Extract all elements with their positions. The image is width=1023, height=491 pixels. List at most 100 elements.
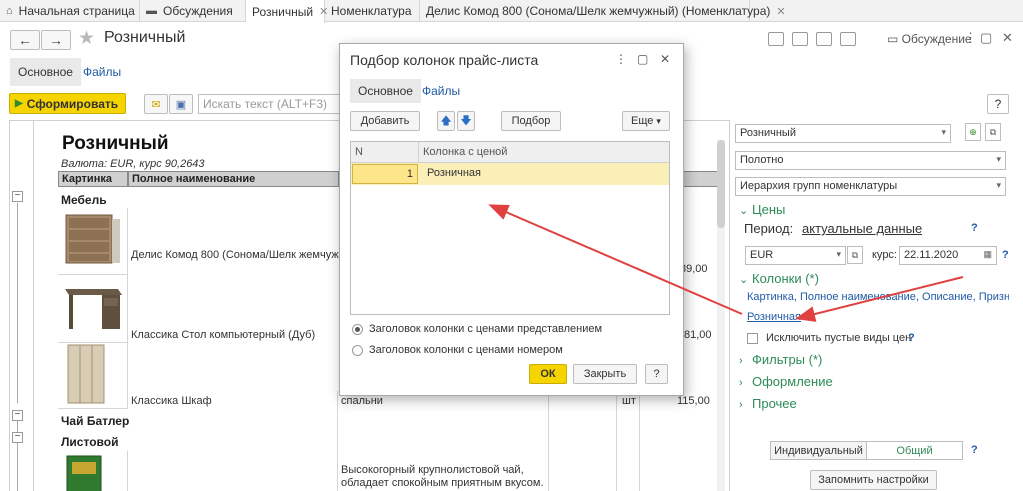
table-row[interactable]: 1 Розничная xyxy=(351,163,669,185)
close-icon[interactable]: ✕ xyxy=(660,52,670,66)
group-heading: Мебель xyxy=(61,193,107,207)
radio-header-by-number[interactable] xyxy=(352,345,363,356)
report-scrollbar[interactable] xyxy=(717,140,725,491)
section-label: Прочее xyxy=(752,396,797,411)
collapse-icon[interactable]: − xyxy=(12,191,23,202)
add-icon[interactable]: ⊕ xyxy=(965,123,981,141)
report-subtitle: Валюта: EUR, курс 90,2643 xyxy=(61,158,205,170)
move-down-button[interactable]: 🡇 xyxy=(457,111,475,131)
column-header: N xyxy=(351,142,419,163)
tab-retail[interactable]: Розничный ✕ xyxy=(246,0,328,23)
tab-label: Делис Комод 800 (Сонома/Шелк жемчужный) … xyxy=(426,4,771,18)
add-button[interactable]: Добавить xyxy=(350,111,420,131)
window-tabs: ⌂ Начальная страница ▬ Обсуждения Рознич… xyxy=(0,0,1023,23)
arrow-right-icon: → xyxy=(49,32,63,48)
more-icon[interactable]: ⋮ xyxy=(615,52,627,66)
tab-nomenclature[interactable]: Номенклатура xyxy=(325,0,420,22)
product-name: Классика Шкаф xyxy=(131,395,212,407)
product-name: Классика Стол компьютерный (Дуб) xyxy=(131,329,316,341)
price-type-select[interactable]: Розничный ▾ xyxy=(735,124,951,143)
ok-button[interactable]: ОК xyxy=(529,364,567,384)
tab-home[interactable]: ⌂ Начальная страница xyxy=(0,0,140,22)
help-icon[interactable]: ? xyxy=(908,332,915,344)
row-number[interactable]: 1 xyxy=(352,164,418,184)
radio-header-by-name[interactable] xyxy=(352,324,363,335)
subtab-files[interactable]: Файлы xyxy=(75,58,129,86)
section-columns[interactable]: ⌄ Колонки (*) xyxy=(739,271,819,286)
more-button[interactable]: Еще ▾ xyxy=(622,111,670,131)
column-picker-dialog: Подбор колонок прайс-листа ⋮ ▢ ✕ Основно… xyxy=(339,43,684,396)
section-design[interactable]: › Оформление xyxy=(739,374,833,389)
view-select[interactable]: Полотно ▾ xyxy=(735,151,1006,170)
move-up-button[interactable]: 🡅 xyxy=(437,111,455,131)
grouping-gutter: − − − xyxy=(10,121,34,491)
column-header: Картинка xyxy=(58,171,128,187)
favorite-star-icon[interactable]: ★ xyxy=(78,27,95,50)
columns-link[interactable]: Картинка, Полное наименование, Описание,… xyxy=(747,291,1009,303)
close-icon[interactable]: ✕ xyxy=(776,5,785,18)
print-icon[interactable] xyxy=(792,32,808,46)
wardrobe-image xyxy=(67,344,105,404)
help-button[interactable]: ? xyxy=(645,364,668,384)
product-price: 115,00 xyxy=(677,395,710,407)
chevron-down-icon: ▾ xyxy=(836,249,841,259)
remember-settings-button[interactable]: Запомнить настройки xyxy=(810,470,937,490)
calendar-icon[interactable]: ▦ xyxy=(983,249,992,260)
chat-icon: ▬ xyxy=(146,5,157,17)
forward-button[interactable]: → xyxy=(41,30,71,50)
envelope-button[interactable]: ✉ xyxy=(144,94,168,114)
tab-main[interactable]: Основное xyxy=(350,79,421,103)
maximize-icon[interactable]: ▢ xyxy=(980,30,992,46)
copy-icon[interactable]: ⧉ xyxy=(985,123,1001,141)
tab-discussions[interactable]: ▬ Обсуждения xyxy=(140,0,246,22)
preview-icon[interactable] xyxy=(816,32,832,46)
rate-date-input[interactable]: 22.11.2020 ▦ xyxy=(899,246,997,265)
period-label: Период: xyxy=(744,221,794,236)
search-input[interactable]: Искать текст (ALT+F3) xyxy=(198,94,340,114)
view-value: Полотно xyxy=(740,154,784,166)
desk-image xyxy=(65,289,122,329)
discussion-button[interactable]: ▭ Обсуждение xyxy=(887,32,972,46)
help-icon[interactable]: ? xyxy=(1002,249,1009,261)
price-column-link[interactable]: Розничная xyxy=(747,311,801,323)
chevron-right-icon: › xyxy=(739,377,743,389)
scroll-thumb[interactable] xyxy=(717,140,725,228)
tab-label: Номенклатура xyxy=(331,4,412,18)
tab-files[interactable]: Файлы xyxy=(414,79,468,103)
generate-button[interactable]: ▶ Сформировать xyxy=(9,93,126,114)
link-icon[interactable] xyxy=(840,32,856,46)
save-button[interactable]: ▣ xyxy=(169,94,193,114)
back-button[interactable]: ← xyxy=(10,30,40,50)
more-icon[interactable]: ⋮ xyxy=(964,30,977,46)
tab-item[interactable]: Делис Комод 800 (Сонома/Шелк жемчужный) … xyxy=(420,0,786,22)
section-prices[interactable]: ⌄ Цены xyxy=(739,202,785,217)
common-toggle[interactable]: Общий xyxy=(866,441,963,460)
close-icon[interactable]: ✕ xyxy=(1002,30,1013,46)
hierarchy-value: Иерархия групп номенклатуры xyxy=(740,180,898,192)
help-icon[interactable]: ? xyxy=(971,444,978,456)
chevron-down-icon: ⌄ xyxy=(739,205,749,217)
section-filters[interactable]: › Фильтры (*) xyxy=(739,352,822,367)
close-button[interactable]: Закрыть xyxy=(573,364,637,384)
chevron-right-icon: › xyxy=(739,399,743,411)
help-icon[interactable]: ? xyxy=(971,222,978,234)
section-other[interactable]: › Прочее xyxy=(739,396,797,411)
collapse-icon[interactable]: − xyxy=(12,410,23,421)
pick-button[interactable]: Подбор xyxy=(501,111,561,131)
home-icon: ⌂ xyxy=(6,5,13,17)
open-icon[interactable]: ⧉ xyxy=(847,246,863,264)
column-header: Колонка с ценой xyxy=(419,142,669,163)
product-name: Делис Комод 800 (Сонома/Шелк жемчужный) xyxy=(131,249,363,261)
hierarchy-select[interactable]: Иерархия групп номенклатуры ▾ xyxy=(735,177,1006,196)
maximize-icon[interactable]: ▢ xyxy=(637,52,648,66)
exclude-empty-checkbox[interactable] xyxy=(747,333,758,344)
period-link[interactable]: актуальные данные xyxy=(802,221,922,236)
row-price-column[interactable]: Розничная xyxy=(427,167,481,179)
subtab-main[interactable]: Основное xyxy=(10,58,81,86)
save-icon[interactable] xyxy=(768,32,784,46)
price-type-value: Розничный xyxy=(740,127,796,139)
currency-select[interactable]: EUR ▾ xyxy=(745,246,846,265)
help-button[interactable]: ? xyxy=(987,94,1009,114)
collapse-icon[interactable]: − xyxy=(12,432,23,443)
individual-toggle[interactable]: Индивидуальный xyxy=(770,441,867,460)
